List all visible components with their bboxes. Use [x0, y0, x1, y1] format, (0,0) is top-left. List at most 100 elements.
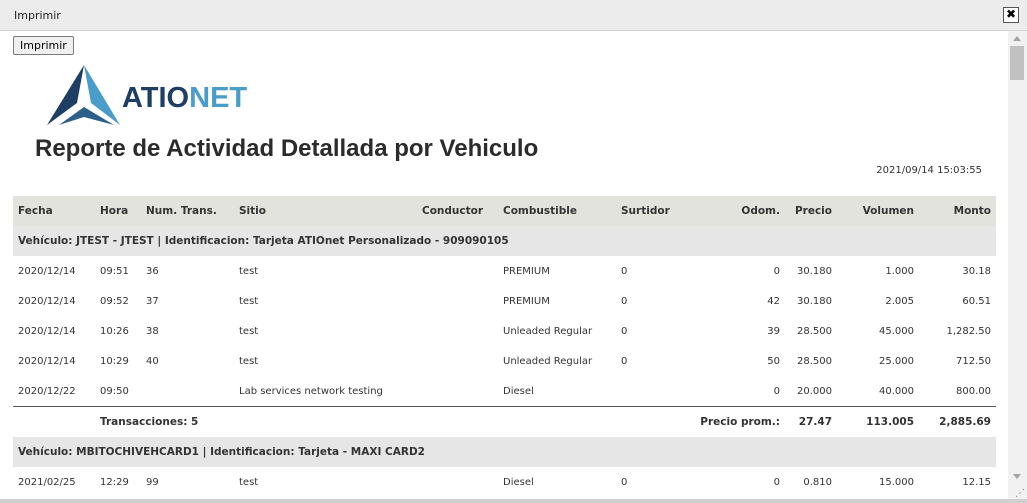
- vertical-scrollbar[interactable]: ⋰: [1008, 31, 1027, 501]
- cell-amount: 712.50: [956, 355, 991, 367]
- cell-amount: 30.18: [962, 265, 991, 277]
- cell-site: test: [239, 295, 259, 307]
- cell-odometer: 39: [767, 325, 780, 337]
- cell-volume: 45.000: [879, 325, 914, 337]
- cell-date: 2020/12/14: [18, 295, 76, 307]
- window-titlebar: Imprimir ✖: [0, 0, 1027, 31]
- column-header: Combustible: [498, 196, 616, 226]
- cell-fuel: PREMIUM: [503, 295, 550, 307]
- cell-volume: 2.005: [885, 295, 914, 307]
- cell-volume: 40.000: [879, 385, 914, 397]
- column-header: Surtidor: [616, 196, 703, 226]
- table-row: 2020/12/14 10:29 40 test Unleaded Regula…: [13, 346, 996, 376]
- cell-amount: 1,282.50: [946, 325, 991, 337]
- cell-odometer: 0: [773, 265, 780, 277]
- cell-pump: 0: [621, 476, 628, 488]
- cell-driver: [417, 316, 498, 346]
- cell-odometer: 0: [773, 385, 780, 397]
- close-icon[interactable]: ✖: [1003, 7, 1019, 23]
- cell-trans: 99: [146, 476, 159, 488]
- table-row: 2020/12/22 09:50 Lab services network te…: [13, 376, 996, 407]
- cell-price: 20.000: [797, 385, 832, 397]
- column-header: Fecha: [13, 196, 95, 226]
- table-row: 2020/12/14 09:51 36 test PREMIUM 0 0 30.…: [13, 256, 996, 286]
- cell-fuel: PREMIUM: [503, 265, 550, 277]
- resize-grip-icon[interactable]: ⋰: [1015, 488, 1025, 499]
- cell-time: 09:52: [100, 295, 129, 307]
- cell-amount: 60.51: [962, 295, 991, 307]
- scrollbar-thumb[interactable]: [1010, 46, 1024, 80]
- cell-date: 2020/12/14: [18, 265, 76, 277]
- total-amount: 2,885.69: [919, 406, 996, 437]
- scroll-down-arrow-icon[interactable]: [1013, 474, 1021, 479]
- cell-driver: [417, 376, 498, 407]
- cell-pump: 0: [621, 325, 628, 337]
- column-header: Conductor: [417, 196, 498, 226]
- column-header: Volumen: [837, 196, 919, 226]
- vehicle-label: Vehículo: JTEST - JTEST | Identificacion…: [13, 226, 996, 256]
- group-totals-row: Transacciones: 5 Precio prom.: 27.47 113…: [13, 406, 996, 437]
- cell-fuel: Diesel: [503, 385, 534, 397]
- cell-time: 10:29: [100, 355, 129, 367]
- cell-odometer: 42: [767, 295, 780, 307]
- cell-price: 28.500: [797, 355, 832, 367]
- report-timestamp: 2021/09/14 15:03:55: [876, 165, 982, 176]
- cell-price: 30.180: [797, 295, 832, 307]
- cell-fuel: Diesel: [503, 476, 534, 488]
- cell-price: 0.810: [803, 476, 832, 488]
- cell-driver: [417, 467, 498, 497]
- cell-time: 09:51: [100, 265, 129, 277]
- svg-text:ATIONET: ATIONET: [122, 82, 247, 114]
- cell-pump: 0: [621, 355, 628, 367]
- cell-price: 28.500: [797, 325, 832, 337]
- cell-driver: [417, 256, 498, 286]
- cell-driver: [417, 286, 498, 316]
- window-bottom-edge: [0, 499, 1027, 503]
- cell-site: test: [239, 265, 259, 277]
- avg-price-value: 27.47: [785, 406, 837, 437]
- column-header: Odom.: [703, 196, 785, 226]
- cell-site: test: [239, 355, 259, 367]
- cell-driver: [417, 346, 498, 376]
- cell-trans: 36: [146, 265, 159, 277]
- column-header: Hora: [95, 196, 141, 226]
- vehicle-group-header: Vehículo: MBITOCHIVEHCARD1 | Identificac…: [13, 437, 996, 467]
- cell-site: test: [239, 476, 259, 488]
- cell-date: 2021/02/25: [18, 476, 76, 488]
- column-header: Num. Trans.: [141, 196, 234, 226]
- total-volume: 113.005: [837, 406, 919, 437]
- cell-time: 09:50: [100, 385, 129, 397]
- cell-fuel: Unleaded Regular: [503, 355, 593, 367]
- avg-price-label: Precio prom.:: [616, 406, 785, 437]
- cell-trans: [141, 376, 234, 407]
- print-button[interactable]: Imprimir: [13, 36, 74, 55]
- cell-price: 30.180: [797, 265, 832, 277]
- table-header: Fecha Hora Num. Trans. Sitio Conductor C…: [13, 196, 996, 226]
- cell-time: 10:26: [100, 325, 129, 337]
- column-header: Precio: [785, 196, 837, 226]
- cell-site: test: [239, 325, 259, 337]
- cell-volume: 15.000: [879, 476, 914, 488]
- scroll-up-arrow-icon[interactable]: [1013, 36, 1021, 41]
- cell-volume: 1.000: [885, 265, 914, 277]
- cell-odometer: 50: [767, 355, 780, 367]
- cell-fuel: Unleaded Regular: [503, 325, 593, 337]
- cell-pump: [616, 376, 703, 407]
- table-row: 2020/12/14 10:26 38 test Unleaded Regula…: [13, 316, 996, 346]
- cell-trans: 37: [146, 295, 159, 307]
- vehicle-label: Vehículo: MBITOCHIVEHCARD1 | Identificac…: [13, 437, 996, 467]
- cell-amount: 800.00: [956, 385, 991, 397]
- transactions-count: Transacciones: 5: [95, 406, 417, 437]
- column-header: Sitio: [234, 196, 417, 226]
- cell-date: 2020/12/14: [18, 325, 76, 337]
- report-title: Reporte de Actividad Detallada por Vehic…: [35, 135, 539, 162]
- table-row: 2021/02/25 12:29 99 test Diesel 0 0 0.81…: [13, 467, 996, 497]
- column-header: Monto: [919, 196, 996, 226]
- cell-pump: 0: [621, 295, 628, 307]
- cell-trans: 40: [146, 355, 159, 367]
- cell-time: 12:29: [100, 476, 129, 488]
- cell-date: 2020/12/22: [18, 385, 76, 397]
- cell-odometer: 0: [773, 476, 780, 488]
- ationet-logo: ATIONET: [47, 65, 247, 125]
- cell-site: Lab services network testing: [239, 385, 383, 397]
